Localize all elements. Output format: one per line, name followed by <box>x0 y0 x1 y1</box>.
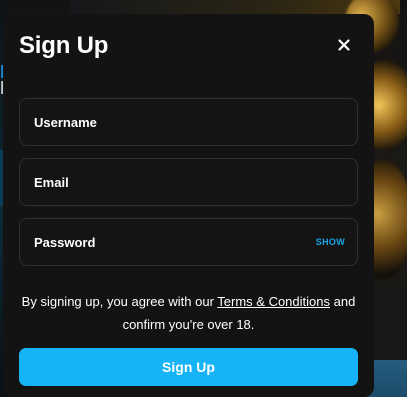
email-field[interactable] <box>19 158 358 206</box>
modal-title: Sign Up <box>19 32 109 59</box>
username-field[interactable] <box>19 98 358 146</box>
close-button[interactable] <box>333 34 355 56</box>
terms-consent-text: By signing up, you agree with our Terms … <box>19 290 358 336</box>
signup-submit-button[interactable]: Sign Up <box>19 348 358 386</box>
password-field[interactable]: SHOW <box>19 218 358 266</box>
password-input[interactable] <box>20 219 316 265</box>
email-input[interactable] <box>20 159 357 205</box>
username-input[interactable] <box>20 99 357 145</box>
terms-conditions-link[interactable]: Terms & Conditions <box>217 294 330 309</box>
close-icon <box>338 39 350 51</box>
consent-prefix: By signing up, you agree with our <box>21 294 218 309</box>
show-password-toggle[interactable]: SHOW <box>316 237 345 247</box>
signup-modal: Sign Up SHOW By signing up, you agree wi… <box>3 14 374 397</box>
